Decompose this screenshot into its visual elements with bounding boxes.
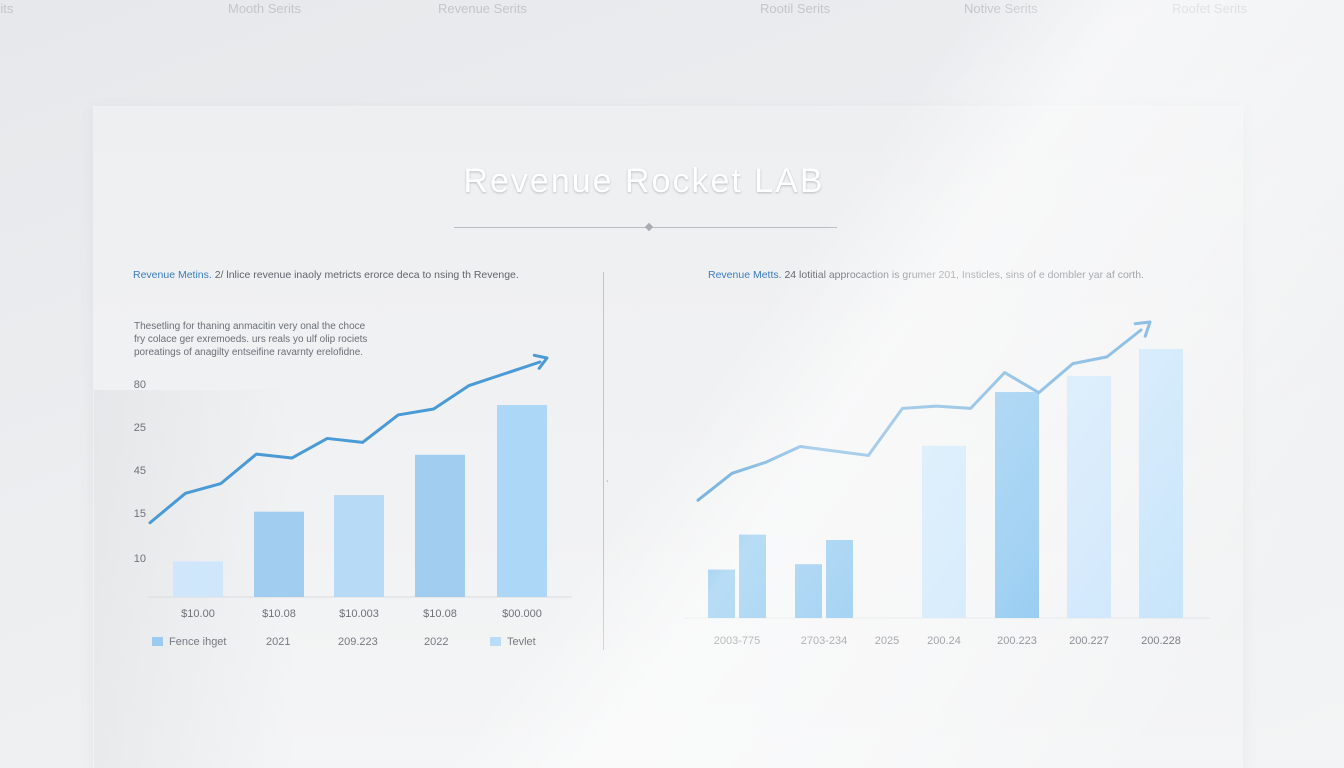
x-tick-label: $10.003 — [339, 608, 379, 620]
x-tick-label: 200.24 — [927, 635, 961, 647]
legend-label: 2022 — [424, 636, 449, 648]
x-tick-label: 2025 — [875, 635, 899, 647]
x-tick-label: $10.08 — [262, 608, 296, 620]
legend-swatch — [490, 637, 501, 646]
legend-item: 2021 — [266, 636, 290, 648]
bar — [415, 454, 465, 597]
y-tick-label: 45 — [134, 465, 146, 477]
bar — [826, 539, 853, 618]
bar — [708, 569, 735, 618]
bar — [334, 495, 384, 597]
y-tick-label: 80 — [134, 379, 146, 391]
x-tick-label: 200.227 — [1069, 635, 1109, 647]
legend-item: Fence ihget — [152, 636, 226, 648]
legend-label: 2021 — [266, 636, 291, 648]
bar — [795, 564, 822, 618]
x-tick-label: 200.228 — [1141, 635, 1181, 647]
x-tick-label: 2003-775 — [714, 635, 761, 647]
legend-item: 2022 — [424, 636, 448, 648]
legend-swatch — [152, 637, 163, 646]
legend-label: 209.223 — [338, 636, 378, 648]
charts-canvas: 80 25 45 15 10 $10.00 $10.08 $10.003 $10.08 $00.0… — [134, 320, 1210, 647]
legend-item: 209.223 — [338, 636, 378, 648]
legend-label: Tevlet — [507, 636, 536, 648]
x-tick-label: 200.223 — [997, 635, 1037, 647]
x-tick-label: $10.00 — [181, 608, 215, 620]
x-tick-label: $00.000 — [502, 608, 542, 620]
x-tick-label: 2703-234 — [801, 635, 848, 647]
legend-item: Tevlet — [490, 636, 536, 648]
bar — [497, 405, 547, 597]
bar — [254, 511, 304, 597]
bar — [173, 561, 223, 597]
bar — [1139, 349, 1183, 618]
bar — [922, 445, 966, 618]
bar — [995, 392, 1039, 618]
y-tick-label: 25 — [134, 422, 146, 434]
bar — [1067, 375, 1111, 618]
y-tick-label: 10 — [134, 553, 146, 565]
x-tick-label: $10.08 — [423, 608, 457, 620]
bar — [739, 534, 766, 618]
y-tick-label: 15 — [134, 508, 146, 520]
legend-label: Fence ihget — [169, 636, 227, 648]
